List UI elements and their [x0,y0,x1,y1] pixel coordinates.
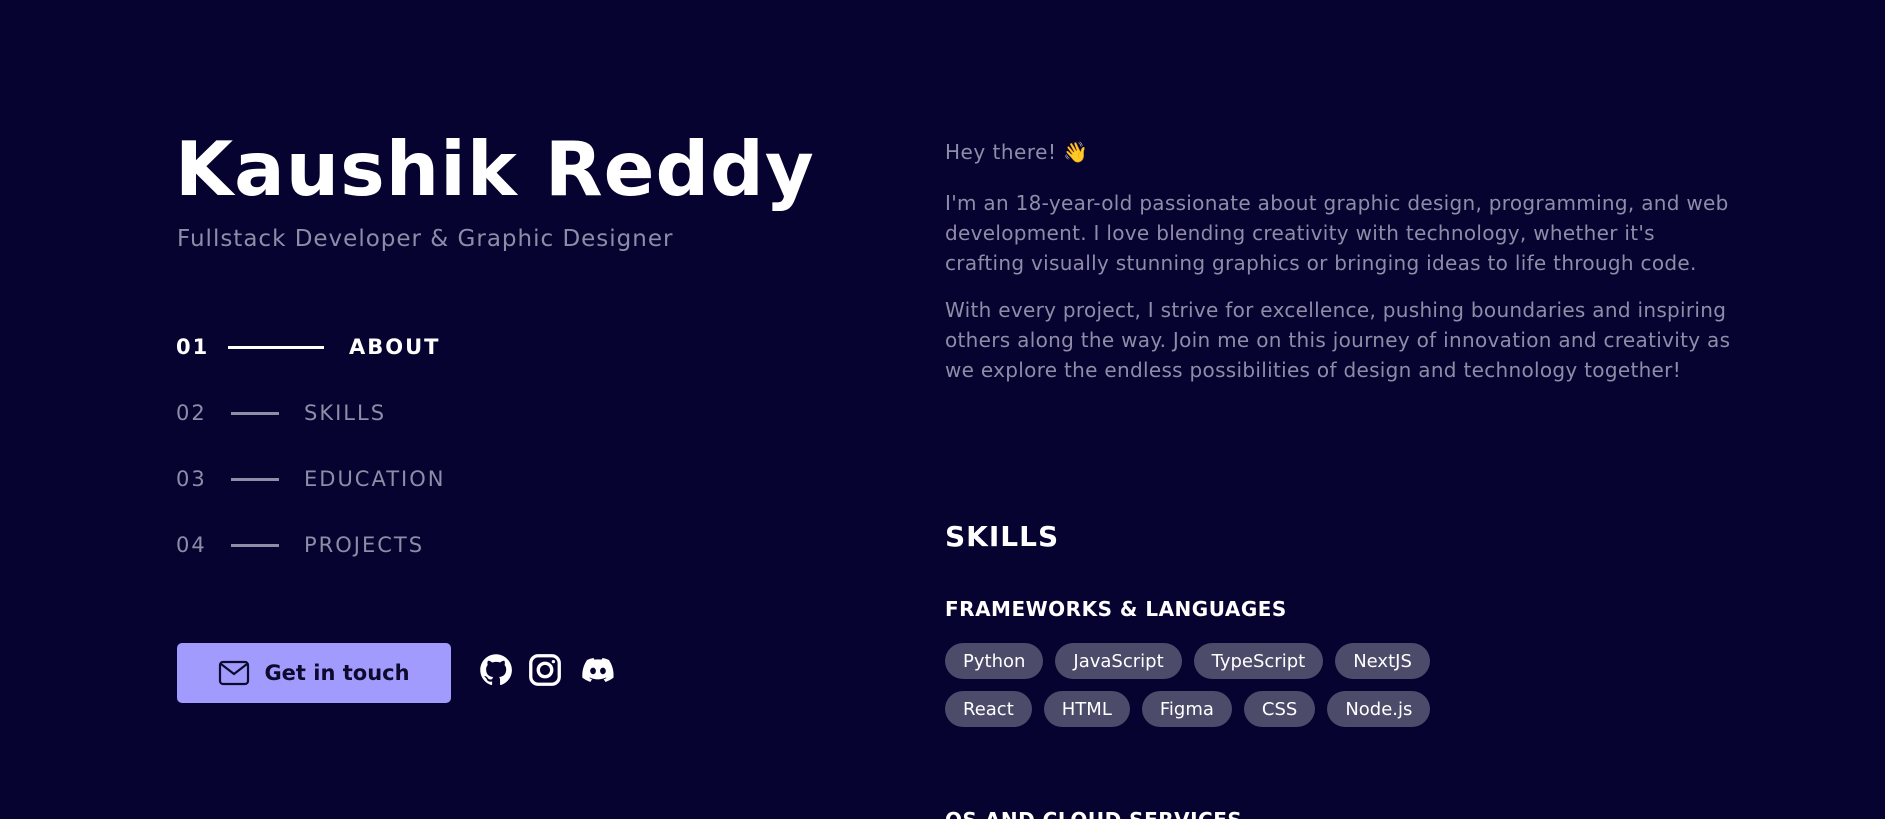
profile-subtitle: Fullstack Developer & Graphic Designer [177,226,674,252]
nav-number: 01 [176,335,210,359]
skill-tag-html: HTML [1043,691,1130,727]
nav-label: PROJECTS [304,533,425,557]
get-in-touch-button[interactable]: Get in touch [177,643,451,703]
nav-number: 04 [176,533,207,557]
nav-item-education[interactable]: 03 EDUCATION [176,467,445,491]
profile-name: Kaushik Reddy [175,125,815,213]
nav-label: SKILLS [304,401,387,425]
about-paragraph-1: I'm an 18-year-old passionate about grap… [945,191,1729,275]
nav-number: 03 [176,467,207,491]
about-greeting: Hey there! 👋 [945,140,1089,164]
mail-icon [219,660,250,686]
skill-tag-typescript: TypeScript [1193,643,1324,679]
nav-line [231,543,279,547]
nav-line [231,411,279,415]
skills-category-title: OS AND CLOUD SERVICES [945,808,1242,819]
skill-tag-react: React [945,691,1032,727]
skill-tag-python: Python [945,643,1044,679]
nav-line [228,345,324,349]
skill-tag-nextjs: NextJS [1335,643,1430,679]
instagram-icon [529,654,561,686]
skills-category-title: FRAMEWORKS & LANGUAGES [945,597,1287,621]
about-section: Hey there! 👋 [945,140,1725,164]
skill-tag-css: CSS [1243,691,1316,727]
skill-tag-figma: Figma [1141,691,1232,727]
skills-tag-list: Python JavaScript TypeScript NextJS Reac… [945,643,1505,739]
instagram-link[interactable] [527,652,563,688]
discord-link[interactable] [578,652,618,688]
tag-row: React HTML Figma CSS Node.js [945,691,1505,727]
nav-number: 02 [176,401,207,425]
skill-tag-javascript: JavaScript [1055,643,1182,679]
tag-row: Python JavaScript TypeScript NextJS [945,643,1505,679]
nav-label: EDUCATION [304,467,446,491]
nav-line [231,477,279,481]
skills-heading: SKILLS [945,520,1060,553]
skill-tag-nodejs: Node.js [1327,691,1431,727]
github-link[interactable] [478,652,514,688]
nav-label: ABOUT [349,335,441,359]
nav-item-about[interactable]: 01 ABOUT [176,335,441,359]
nav-item-projects[interactable]: 04 PROJECTS [176,533,424,557]
portfolio-page: Kaushik Reddy Fullstack Developer & Grap… [0,0,1885,819]
nav-item-skills[interactable]: 02 SKILLS [176,401,386,425]
about-paragraph-2: With every project, I strive for excelle… [945,298,1731,382]
github-icon [480,654,512,686]
get-in-touch-label: Get in touch [264,661,410,685]
discord-icon [582,658,614,682]
